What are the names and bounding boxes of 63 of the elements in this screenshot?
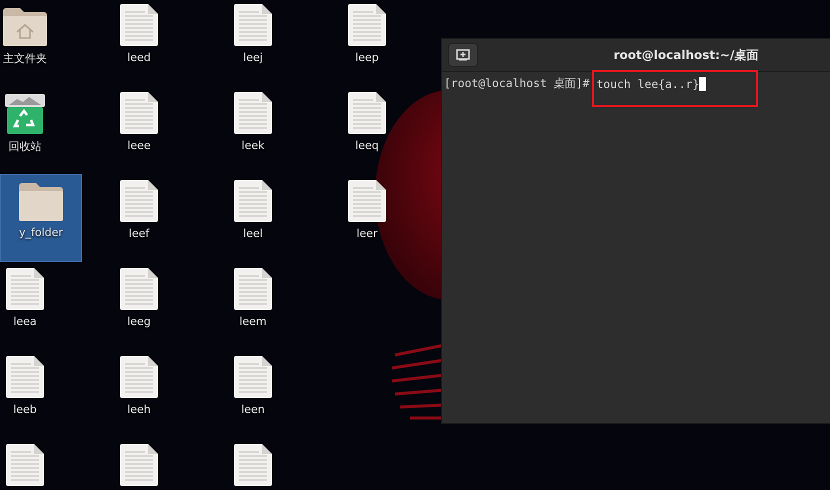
desktop-item[interactable]: leea — [0, 264, 82, 352]
desktop-item[interactable]: 回收站 — [0, 88, 82, 176]
desktop-item[interactable]: leej — [196, 0, 310, 88]
text-file-icon — [119, 3, 159, 47]
desktop-item[interactable]: leeb — [0, 352, 82, 440]
window-title: root@localhost:~/桌面 — [612, 46, 760, 64]
file-name: leed — [127, 51, 151, 64]
desktop-item[interactable]: leeh — [82, 352, 196, 440]
desktop-item[interactable]: leep — [310, 0, 424, 88]
home-folder-icon — [1, 7, 49, 47]
text-file-icon — [347, 179, 387, 223]
file-name: leen — [241, 403, 265, 416]
desktop-item[interactable]: leef — [82, 176, 196, 264]
file-name: leem — [239, 315, 267, 328]
text-file-icon — [233, 267, 273, 311]
desktop-item[interactable]: leel — [196, 176, 310, 264]
text-file-icon — [233, 355, 273, 399]
shell-command: touch lee{a..r} — [596, 76, 700, 90]
desktop-item[interactable]: leeq — [310, 88, 424, 176]
file-name: leej — [243, 51, 263, 64]
text-file-icon — [119, 267, 159, 311]
text-file-icon — [233, 3, 273, 47]
recycle-bin-icon — [3, 93, 47, 135]
text-cursor — [699, 76, 706, 90]
file-name: y_folder — [19, 226, 63, 239]
file-name: leeb — [13, 403, 37, 416]
desktop-item[interactable]: leen — [196, 352, 310, 440]
desktop-item[interactable]: leer — [310, 176, 424, 264]
shell-prompt: [root@localhost 桌面]# — [444, 76, 590, 91]
file-name: leek — [242, 139, 264, 152]
text-file-icon — [5, 355, 45, 399]
text-file-icon — [119, 179, 159, 223]
new-tab-icon — [456, 49, 470, 61]
text-file-icon — [119, 91, 159, 135]
file-name: leea — [13, 315, 37, 328]
file-name: leeh — [127, 403, 151, 416]
desktop-item[interactable]: leek — [196, 88, 310, 176]
text-file-icon — [119, 443, 159, 487]
desktop-item[interactable]: leem — [196, 264, 310, 352]
text-file-icon — [233, 91, 273, 135]
text-file-icon — [233, 179, 273, 223]
text-file-icon — [5, 443, 45, 487]
text-file-icon — [347, 3, 387, 47]
file-name: leef — [128, 227, 150, 240]
file-name: leee — [127, 139, 151, 152]
desktop-item[interactable]: leee — [82, 88, 196, 176]
folder-icon — [17, 182, 65, 222]
selected-desktop-item[interactable]: y_folder — [0, 174, 82, 262]
text-file-icon — [233, 443, 273, 487]
file-name: 主文件夹 — [3, 51, 47, 66]
file-name: leer — [356, 227, 378, 240]
file-name: leel — [243, 227, 263, 240]
file-name: 回收站 — [8, 139, 42, 154]
desktop-item[interactable]: 主文件夹 — [0, 0, 82, 88]
text-file-icon — [119, 355, 159, 399]
new-tab-button[interactable] — [448, 43, 478, 67]
desktop-item[interactable]: leeg — [82, 264, 196, 352]
text-file-icon — [5, 267, 45, 311]
file-name: leep — [355, 51, 379, 64]
text-file-icon — [347, 91, 387, 135]
file-name: leeq — [355, 139, 379, 152]
desktop-item[interactable]: leed — [82, 0, 196, 88]
file-name: leeg — [127, 315, 151, 328]
